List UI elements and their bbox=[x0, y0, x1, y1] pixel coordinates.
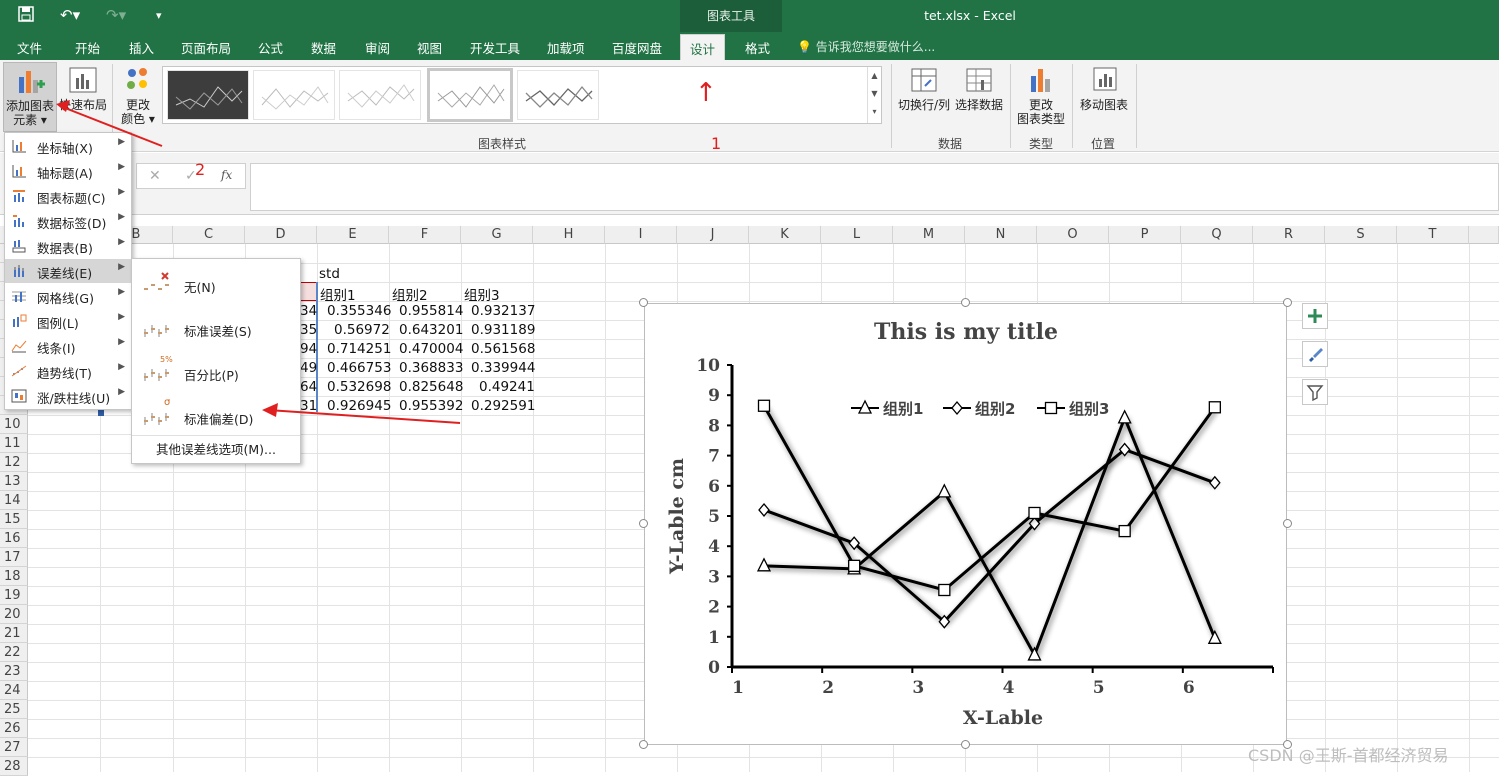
annotation-number-1: 1 bbox=[711, 134, 722, 153]
annotation-arrow bbox=[59, 105, 163, 147]
annotation-arrow bbox=[267, 409, 461, 424]
annotation-up-arrow: ↑ bbox=[695, 78, 717, 108]
annotation-layer bbox=[56, 100, 461, 424]
watermark: CSDN @王斯-首都经济贸易 bbox=[1248, 746, 1449, 765]
annotation-arrowhead bbox=[262, 403, 278, 417]
annotation-arrowhead bbox=[56, 100, 70, 112]
annotation-number-2: 2 bbox=[195, 160, 206, 179]
